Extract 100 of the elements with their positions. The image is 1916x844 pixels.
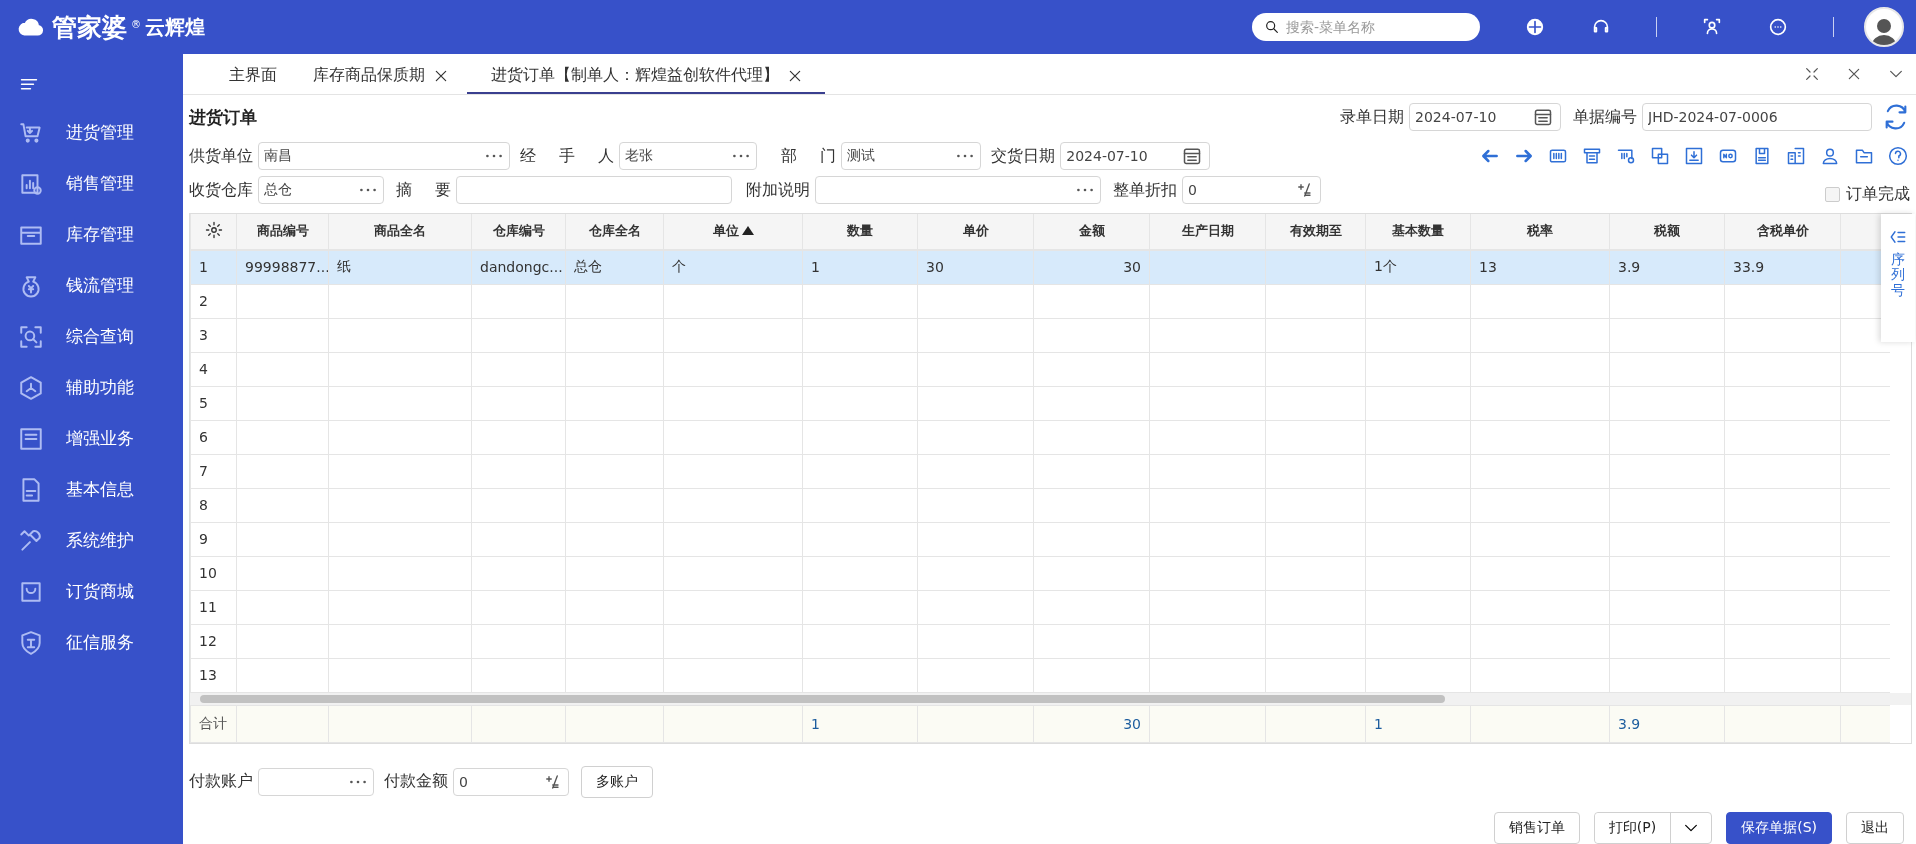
table-row[interactable]: 13 [190,658,1890,692]
trademark-mark: ® [131,18,141,30]
search-icon [1264,19,1280,35]
tab[interactable]: 库存商品保质期 [295,65,467,94]
column-header[interactable]: 仓库编号 [471,214,566,249]
column-header[interactable]: 金额 [1033,214,1150,249]
row-number: 10 [190,556,237,590]
toolbar-icon[interactable] [1854,146,1874,166]
table-cell: 3.9 [1609,250,1725,284]
sidebar-item[interactable]: 综合查询 [0,311,183,362]
input-field[interactable] [456,176,733,204]
row-number: 12 [190,624,237,658]
sidebar-item[interactable]: 增强业务 [0,413,183,464]
sidebar-item[interactable]: 进货管理 [0,107,183,158]
input-field[interactable] [815,176,1102,204]
sidebar-item[interactable]: 销售管理 [0,158,183,209]
sidebar-item[interactable]: 征信服务 [0,617,183,668]
table-row[interactable]: 6 [190,420,1890,454]
row-number: 8 [190,488,237,522]
table-row[interactable]: 10 [190,556,1890,590]
table-row[interactable]: 12 [190,624,1890,658]
toolbar-icon[interactable] [1548,146,1568,166]
input-field[interactable]: 0 [1182,176,1322,204]
column-header[interactable]: 单位 [663,214,803,249]
ellipsis-icon[interactable] [486,154,502,158]
sidebar-item[interactable]: 订货商城 [0,566,183,617]
column-header[interactable]: 基本数量 [1365,214,1471,249]
ellipsis-icon[interactable] [1077,188,1094,192]
fullscreen-icon[interactable] [1804,66,1820,82]
column-header[interactable]: 单价 [917,214,1034,249]
column-header[interactable]: 税率 [1470,214,1610,249]
sidebar-item[interactable]: 库存管理 [0,209,183,260]
table-row[interactable]: 9 [190,522,1890,556]
input-field[interactable] [258,767,374,796]
input-field[interactable]: JHD-2024-07-0006 [1642,103,1872,131]
column-header[interactable]: 仓库全名 [565,214,664,249]
tab[interactable]: 进货订单【制单人：辉煌益创软件代理】 [467,65,825,94]
field-label: 经 手 人 [520,145,615,167]
table-cell: 3.9 [1609,705,1725,742]
column-header[interactable]: 有效期至 [1265,214,1366,249]
input-field[interactable]: 南昌 [258,142,510,170]
ellipsis-icon[interactable] [733,154,750,158]
multi-account-button[interactable]: 多账户 [581,765,653,798]
toolbar-icon[interactable] [1650,146,1670,166]
table-cell: 总仓 [565,250,664,284]
column-header[interactable]: 含税单价 [1724,214,1841,249]
date-field[interactable]: 2024-07-10 [1060,142,1211,170]
settings-icon [204,220,223,239]
ellipsis-icon[interactable] [360,188,376,192]
toolbar-icon[interactable] [1820,146,1840,166]
side-tab[interactable]: 序列号 [1881,214,1915,342]
menu-item-icon [18,374,44,401]
input-field[interactable]: 老张 [619,142,758,170]
user-avatar[interactable] [1864,7,1904,47]
action-button[interactable]: 退出 [1846,811,1904,844]
table-cell: 30 [1033,250,1150,284]
ellipsis-icon[interactable] [957,154,974,158]
toolbar-icon[interactable] [1718,146,1738,166]
settings-header[interactable] [190,214,237,249]
sidebar-item[interactable]: 辅助功能 [0,362,183,413]
toolbar-icon[interactable] [1616,146,1636,166]
ellipsis-icon[interactable] [350,779,366,784]
close-icon[interactable] [1846,66,1862,82]
table-row[interactable]: 5 [190,386,1890,420]
toolbar-icon[interactable] [1786,146,1806,166]
toolbar-icon[interactable] [1752,146,1772,166]
sidebar-item[interactable]: 基本信息 [0,464,183,515]
table-row[interactable]: 4 [190,352,1890,386]
input-field[interactable]: 总仓 [258,176,384,204]
table-row[interactable]: 7 [190,454,1890,488]
row-number: 6 [190,420,237,454]
table-row[interactable]: 11 [190,590,1890,624]
search-field[interactable]: 搜索-菜单名称 [1252,13,1480,41]
field-label: 录单日期 [1340,106,1404,128]
column-header[interactable]: 税额 [1609,214,1725,249]
column-header[interactable]: 生产日期 [1149,214,1266,249]
print-split-button[interactable]: 打印(P) [1593,811,1713,844]
date-field[interactable]: 2024-07-10 [1409,103,1561,131]
input-field[interactable]: 测试 [841,142,982,170]
field-label: 付款金额 [384,771,448,792]
row-number: 11 [190,590,237,624]
column-header[interactable]: 商品编号 [236,214,329,249]
table-cell: 纸 [328,250,472,284]
field-label: 供货单位 [189,145,253,167]
toolbar-icon[interactable] [1684,146,1704,166]
save-button[interactable]: 保存单据(S) [1726,811,1832,844]
input-field[interactable]: 0 [453,767,569,796]
tab[interactable]: 主界面 [211,65,295,94]
calendar-icon [1182,146,1203,166]
field-label: 交货日期 [991,145,1056,167]
action-button[interactable]: 销售订单 [1493,811,1580,844]
order-complete-checkbox[interactable]: 订单完成 [1825,184,1910,205]
toolbar-icon[interactable] [1888,146,1908,166]
table-row[interactable]: 8 [190,488,1890,522]
column-header[interactable]: 商品全名 [328,214,472,249]
chat-icon[interactable] [1767,16,1789,38]
sidebar-item[interactable]: 系统维护 [0,515,183,566]
column-header[interactable]: 数量 [802,214,918,249]
sidebar-item[interactable]: 钱流管理 [0,260,183,311]
toolbar-icon[interactable] [1582,146,1602,166]
